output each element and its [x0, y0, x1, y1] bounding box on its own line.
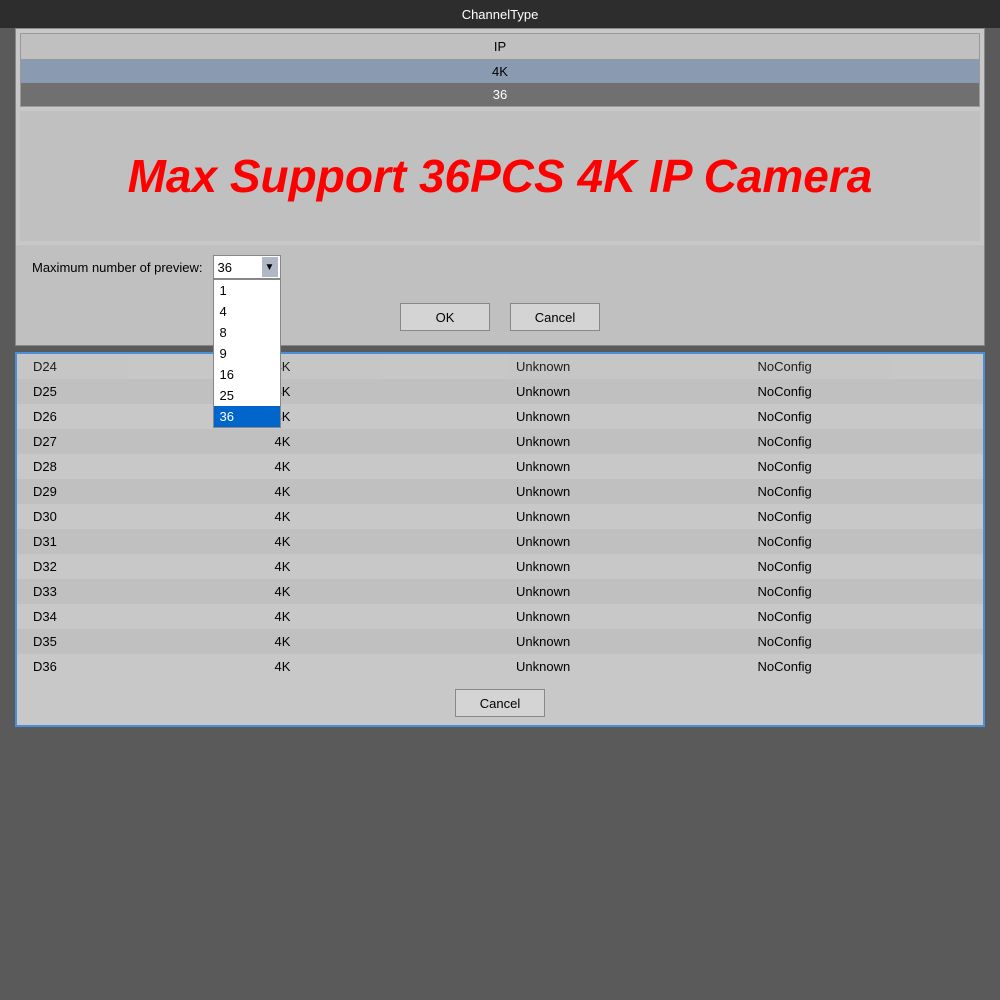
cell-config: NoConfig: [742, 506, 984, 527]
cell-channel: D31: [17, 531, 259, 552]
cell-channel: D33: [17, 581, 259, 602]
cell-config: NoConfig: [742, 356, 984, 377]
table-row[interactable]: D24 4K Unknown NoConfig: [17, 354, 983, 379]
cell-type: 4K: [259, 431, 501, 452]
cell-config: NoConfig: [742, 431, 984, 452]
cell-status: Unknown: [500, 581, 742, 602]
cell-channel: D32: [17, 556, 259, 577]
cell-type: 4K: [259, 531, 501, 552]
title-label: ChannelType: [462, 7, 539, 22]
cell-config: NoConfig: [742, 381, 984, 402]
promo-area: Max Support 36PCS 4K IP Camera: [20, 111, 980, 241]
channel-dialog: IP 4K 36 Max Support 36PCS 4K IP Camera …: [15, 28, 985, 346]
dropdown-arrow-icon[interactable]: ▼: [262, 257, 278, 277]
cell-status: Unknown: [500, 431, 742, 452]
table-row[interactable]: D27 4K Unknown NoConfig: [17, 429, 983, 454]
dropdown-option-8[interactable]: 8: [214, 322, 280, 343]
table-row[interactable]: D30 4K Unknown NoConfig: [17, 504, 983, 529]
cell-status: Unknown: [500, 556, 742, 577]
cell-type: 4K: [259, 581, 501, 602]
table-header-row: IP: [21, 34, 979, 60]
cell-status: Unknown: [500, 531, 742, 552]
cell-channel: D30: [17, 506, 259, 527]
cell-status: Unknown: [500, 606, 742, 627]
cell-status: Unknown: [500, 456, 742, 477]
table-row[interactable]: D25 4K Unknown NoConfig: [17, 379, 983, 404]
cell-channel: D29: [17, 481, 259, 502]
table-row[interactable]: D34 4K Unknown NoConfig: [17, 604, 983, 629]
cell-config: NoConfig: [742, 406, 984, 427]
cell-channel: D28: [17, 456, 259, 477]
cell-config: NoConfig: [742, 656, 984, 677]
table-row[interactable]: D33 4K Unknown NoConfig: [17, 579, 983, 604]
dropdown-option-9[interactable]: 9: [214, 343, 280, 364]
table-row-36[interactable]: 36: [21, 83, 979, 106]
cell-status: Unknown: [500, 356, 742, 377]
table-row[interactable]: D32 4K Unknown NoConfig: [17, 554, 983, 579]
cell-config: NoConfig: [742, 606, 984, 627]
table-row[interactable]: D36 4K Unknown NoConfig: [17, 654, 983, 679]
cell-config: NoConfig: [742, 581, 984, 602]
cell-type: 4K: [259, 606, 501, 627]
table-row[interactable]: D29 4K Unknown NoConfig: [17, 479, 983, 504]
dropdown-option-1[interactable]: 1: [214, 280, 280, 301]
cell-config: NoConfig: [742, 481, 984, 502]
bottom-cancel-button[interactable]: Cancel: [455, 689, 545, 717]
bottom-cancel-wrapper: Cancel: [17, 679, 983, 725]
cell-status: Unknown: [500, 406, 742, 427]
dropdown-option-16[interactable]: 16: [214, 364, 280, 385]
preview-select-display[interactable]: 36 ▼: [213, 255, 281, 279]
table-row[interactable]: D26 4K Unknown NoConfig: [17, 404, 983, 429]
table-row[interactable]: D35 4K Unknown NoConfig: [17, 629, 983, 654]
cell-status: Unknown: [500, 656, 742, 677]
cell-channel: D35: [17, 631, 259, 652]
channel-table-container: IP 4K 36: [20, 33, 980, 107]
col-ip: IP: [21, 34, 979, 59]
dropdown-option-36[interactable]: 36: [214, 406, 280, 427]
cell-channel: D34: [17, 606, 259, 627]
cell-status: Unknown: [500, 481, 742, 502]
dropdown-option-4[interactable]: 4: [214, 301, 280, 322]
cell-type: 4K: [259, 556, 501, 577]
cell-config: NoConfig: [742, 531, 984, 552]
preview-label: Maximum number of preview:: [32, 260, 203, 275]
table-row[interactable]: D28 4K Unknown NoConfig: [17, 454, 983, 479]
cell-type: 4K: [259, 381, 501, 402]
table-row-4k[interactable]: 4K: [21, 60, 979, 83]
cell-type: 4K: [259, 506, 501, 527]
ok-button[interactable]: OK: [400, 303, 490, 331]
cell-type: 4K: [259, 631, 501, 652]
preview-select-wrapper[interactable]: 36 ▼ 1 4 8 9 16 25 36: [213, 255, 281, 279]
promo-text: Max Support 36PCS 4K IP Camera: [128, 151, 873, 202]
title-bar: ChannelType: [0, 0, 1000, 28]
cell-type: 4K: [259, 356, 501, 377]
cell-type: 4K: [259, 406, 501, 427]
table-row[interactable]: D31 4K Unknown NoConfig: [17, 529, 983, 554]
cell-36: 36: [21, 83, 979, 106]
cell-config: NoConfig: [742, 456, 984, 477]
cell-4k: 4K: [21, 60, 979, 83]
cell-status: Unknown: [500, 631, 742, 652]
cell-status: Unknown: [500, 381, 742, 402]
cancel-button[interactable]: Cancel: [510, 303, 600, 331]
bottom-table: D24 4K Unknown NoConfig D25 4K Unknown N…: [17, 354, 983, 679]
cell-config: NoConfig: [742, 631, 984, 652]
cell-type: 4K: [259, 456, 501, 477]
preview-dropdown-list[interactable]: 1 4 8 9 16 25 36: [213, 279, 281, 428]
bottom-section: D24 4K Unknown NoConfig D25 4K Unknown N…: [15, 352, 985, 727]
dialog-buttons: OK Cancel: [16, 289, 984, 345]
cell-type: 4K: [259, 481, 501, 502]
preview-section: Maximum number of preview: 36 ▼ 1 4 8 9 …: [16, 245, 984, 289]
cell-channel: D27: [17, 431, 259, 452]
cell-channel: D36: [17, 656, 259, 677]
cell-config: NoConfig: [742, 556, 984, 577]
cell-type: 4K: [259, 656, 501, 677]
preview-selected-value: 36: [218, 260, 232, 275]
cell-status: Unknown: [500, 506, 742, 527]
dropdown-option-25[interactable]: 25: [214, 385, 280, 406]
